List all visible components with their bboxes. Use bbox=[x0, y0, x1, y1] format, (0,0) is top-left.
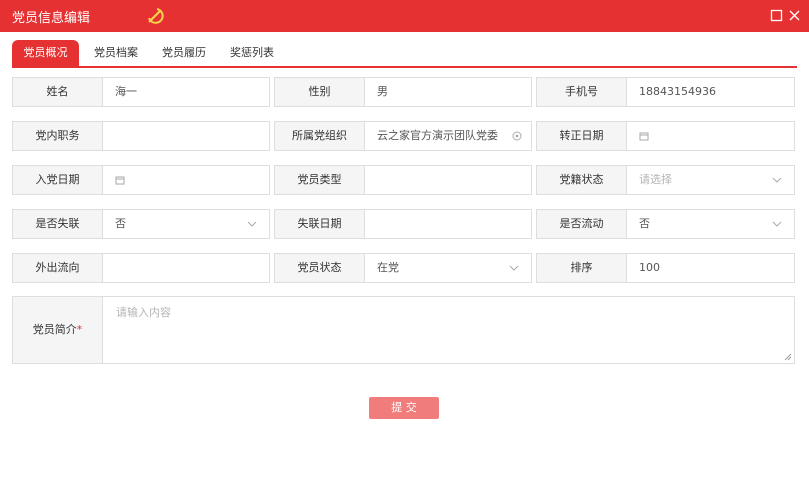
close-icon[interactable] bbox=[788, 9, 801, 22]
field-label: 所属党组织 bbox=[275, 122, 365, 150]
calendar-icon[interactable] bbox=[639, 131, 649, 141]
chevron-down-icon[interactable] bbox=[247, 219, 257, 229]
name-input[interactable]: 海一 bbox=[115, 78, 137, 106]
phone-input[interactable]: 18843154936 bbox=[639, 78, 716, 106]
required-mark: * bbox=[76, 323, 83, 336]
field-label: 手机号 bbox=[537, 78, 627, 106]
join-date-field: 入党日期 bbox=[12, 165, 270, 195]
tab-resume[interactable]: 党员履历 bbox=[152, 40, 216, 66]
bio-label: 党员简介 bbox=[32, 323, 77, 336]
regular-date-field: 转正日期 bbox=[536, 121, 795, 151]
member-type-field: 党员类型 bbox=[274, 165, 532, 195]
tab-rewards[interactable]: 奖惩列表 bbox=[220, 40, 284, 66]
bio-field: 党员简介* 请输入内容 bbox=[12, 296, 795, 364]
outflow-direction-field: 外出流向 bbox=[12, 253, 270, 283]
field-label: 党籍状态 bbox=[537, 166, 627, 194]
field-label: 党员简介* bbox=[13, 297, 103, 363]
field-label: 是否失联 bbox=[13, 210, 103, 238]
membership-status-select[interactable]: 请选择 bbox=[639, 166, 672, 194]
party-org-field: 所属党组织 云之家官方演示团队党委 bbox=[274, 121, 532, 151]
maximize-icon[interactable] bbox=[770, 9, 783, 22]
window-title: 党员信息编辑 bbox=[12, 11, 91, 26]
field-label: 性别 bbox=[275, 78, 365, 106]
field-label: 姓名 bbox=[13, 78, 103, 106]
field-label: 入党日期 bbox=[13, 166, 103, 194]
field-label: 党员状态 bbox=[275, 254, 365, 282]
lost-contact-select[interactable]: 否 bbox=[115, 210, 126, 238]
party-emblem-icon bbox=[148, 8, 164, 24]
field-label: 失联日期 bbox=[275, 210, 365, 238]
membership-status-field: 党籍状态 请选择 bbox=[536, 165, 795, 195]
field-label: 是否流动 bbox=[537, 210, 627, 238]
sort-input[interactable]: 100 bbox=[639, 254, 660, 282]
resize-grip-icon[interactable] bbox=[784, 353, 792, 361]
field-label: 外出流向 bbox=[13, 254, 103, 282]
floating-select[interactable]: 否 bbox=[639, 210, 650, 238]
chevron-down-icon[interactable] bbox=[772, 175, 782, 185]
field-label: 排序 bbox=[537, 254, 627, 282]
clear-circle-icon[interactable] bbox=[512, 131, 522, 141]
member-status-select[interactable]: 在党 bbox=[377, 254, 399, 282]
window-titlebar: 党员信息编辑 bbox=[0, 0, 809, 32]
tab-overview[interactable]: 党员概况 bbox=[12, 40, 79, 66]
submit-button[interactable]: 提 交 bbox=[369, 397, 439, 419]
party-org-input[interactable]: 云之家官方演示团队党委 bbox=[377, 122, 498, 150]
tab-archive[interactable]: 党员档案 bbox=[84, 40, 148, 66]
name-field: 姓名 海一 bbox=[12, 77, 270, 107]
gender-input[interactable]: 男 bbox=[377, 78, 388, 106]
member-status-field: 党员状态 在党 bbox=[274, 253, 532, 283]
sort-field: 排序 100 bbox=[536, 253, 795, 283]
bio-textarea[interactable]: 请输入内容 bbox=[116, 304, 171, 320]
party-position-field: 党内职务 bbox=[12, 121, 270, 151]
lost-contact-field: 是否失联 否 bbox=[12, 209, 270, 239]
field-label: 党内职务 bbox=[13, 122, 103, 150]
tab-bar: 党员概况 党员档案 党员履历 奖惩列表 bbox=[12, 40, 797, 68]
chevron-down-icon[interactable] bbox=[509, 263, 519, 273]
field-label: 党员类型 bbox=[275, 166, 365, 194]
calendar-icon[interactable] bbox=[115, 175, 125, 185]
phone-field: 手机号 18843154936 bbox=[536, 77, 795, 107]
gender-field: 性别 男 bbox=[274, 77, 532, 107]
lost-contact-date-field: 失联日期 bbox=[274, 209, 532, 239]
field-label: 转正日期 bbox=[537, 122, 627, 150]
chevron-down-icon[interactable] bbox=[772, 219, 782, 229]
floating-field: 是否流动 否 bbox=[536, 209, 795, 239]
